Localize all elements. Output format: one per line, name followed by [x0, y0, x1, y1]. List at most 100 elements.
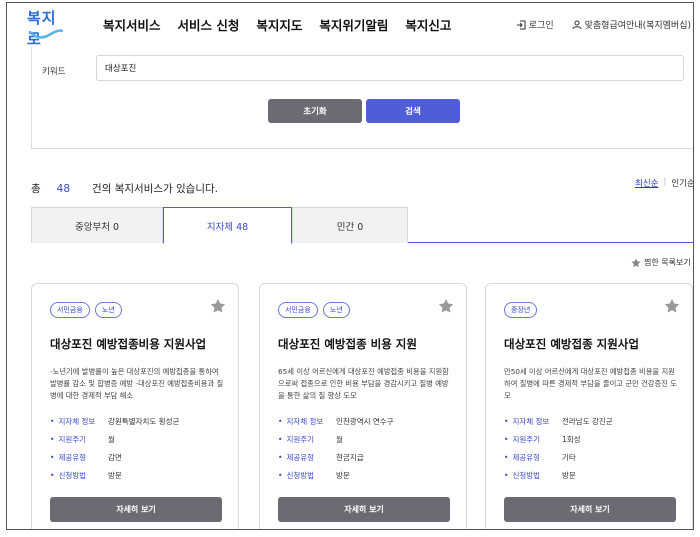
info-key: 신청방법 [504, 470, 562, 481]
favorite-star-icon[interactable] [664, 298, 680, 314]
favorites-label: 찜한 목록보기 [644, 258, 691, 267]
info-key: 지원주기 [504, 434, 562, 445]
info-value: 감면 [108, 452, 122, 462]
card-tag: 서민금융 [50, 302, 90, 318]
tab-central-ministry[interactable]: 중앙부처 0 [31, 207, 163, 243]
result-count-prefix: 총 [31, 183, 41, 195]
logo-text: 복지로 [27, 9, 57, 48]
nav-crisis-alert[interactable]: 복지위기알림 [319, 15, 388, 34]
info-value: 방문 [108, 470, 122, 480]
info-row: 지원주기1회성 [504, 430, 613, 448]
info-key: 신청방법 [278, 470, 336, 481]
membership-guide-link[interactable]: 맞춤형급여안내(복지멤버십) [572, 18, 691, 31]
info-row: 지원주기월 [50, 430, 179, 448]
card-info: 지자체 정보인천광역시 연수구 지원주기월 제공유형현금지급 신청방법방문 [278, 412, 394, 484]
login-link[interactable]: 로그인 [516, 18, 554, 31]
card-tag: 노년 [94, 302, 122, 318]
info-value: 월 [336, 434, 343, 444]
keyword-label: 키워드 [42, 67, 66, 77]
card-description: 만50세 이상 어르신에게 대상포진 예방접종 비용을 지원하여 질병에 따른 … [504, 367, 677, 400]
card-title[interactable]: 대상포진 예방접종 비용 지원 [278, 336, 417, 352]
card-tag: 중장년 [504, 302, 538, 318]
info-key: 지원주기 [50, 434, 108, 445]
info-key: 신청방법 [50, 470, 108, 481]
main-nav: 복지서비스 서비스 신청 복지지도 복지위기알림 복지신고 [103, 15, 451, 34]
card-tags: 서민금융 노년 [50, 302, 122, 318]
service-card: 서민금융 노년 대상포진 예방접종비용 지원사업 -노년기에 발병률이 높은 대… [31, 283, 239, 529]
info-key: 제공유형 [278, 452, 336, 463]
service-card: 중장년 대상포진 예방접종 지원사업 만50세 이상 어르신에게 대상포진 예방… [485, 283, 693, 529]
tab-local-government[interactable]: 지자체 48 [163, 207, 292, 244]
info-key: 지자체 정보 [504, 416, 562, 427]
info-row: 지원주기월 [278, 430, 394, 448]
info-row: 지자체 정보인천광역시 연수구 [278, 412, 394, 430]
star-icon [631, 258, 641, 267]
info-key: 지자체 정보 [278, 416, 336, 427]
membership-guide-label: 맞춤형급여안내(복지멤버십) [584, 21, 691, 31]
result-count-number: 48 [56, 183, 71, 195]
logo-wave-icon [29, 29, 63, 39]
info-row: 제공유형현금지급 [278, 448, 394, 466]
info-value: 월 [108, 434, 115, 444]
info-row: 제공유형감면 [50, 448, 179, 466]
login-label: 로그인 [528, 21, 554, 31]
info-value: 현금지급 [336, 452, 364, 462]
search-button[interactable]: 검색 [366, 99, 460, 123]
sort-popular[interactable]: 인기순 [671, 177, 693, 189]
login-icon [516, 20, 526, 29]
keyword-input[interactable] [96, 55, 684, 81]
category-tabs: 중앙부처 0 지자체 48 민간 0 [31, 207, 693, 244]
card-title[interactable]: 대상포진 예방접종비용 지원사업 [50, 336, 206, 352]
info-row: 신청방법방문 [504, 466, 613, 484]
info-row: 신청방법방문 [278, 466, 394, 484]
info-row: 제공유형기타 [504, 448, 613, 466]
favorite-star-icon[interactable] [210, 298, 226, 314]
info-key: 지원주기 [278, 434, 336, 445]
logo[interactable]: 복지로 [27, 7, 67, 48]
reset-button[interactable]: 초기화 [268, 99, 362, 123]
tab-private[interactable]: 민간 0 [292, 207, 408, 243]
card-info: 지자체 정보전라남도 강진군 지원주기1회성 제공유형기타 신청방법방문 [504, 412, 613, 484]
info-value: 1회성 [562, 434, 581, 444]
info-value: 방문 [336, 470, 350, 480]
card-tags: 중장년 [504, 302, 538, 318]
detail-button[interactable]: 자세히 보기 [278, 497, 450, 522]
card-description: 65세 이상 어르신에게 대상포진 예방접종 비용을 지원함으로써 접종으로 인… [278, 367, 449, 400]
sort-divider: | [663, 177, 667, 187]
info-key: 지자체 정보 [50, 416, 108, 427]
nav-welfare-services[interactable]: 복지서비스 [103, 15, 161, 34]
header: 복지로 복지서비스 서비스 신청 복지지도 복지위기알림 복지신고 로그인 맞춤… [7, 3, 693, 48]
info-value: 강원특별자치도 횡성군 [108, 416, 180, 426]
result-count-suffix: 건의 복지서비스가 있습니다. [92, 183, 218, 195]
result-count: 총 48 건의 복지서비스가 있습니다. [31, 181, 218, 196]
card-info: 지자체 정보강원특별자치도 횡성군 지원주기월 제공유형감면 신청방법방문 [50, 412, 179, 484]
info-row: 신청방법방문 [50, 466, 179, 484]
sort-options: 최신순 | 인기순 [635, 177, 693, 189]
service-card: 서민금융 노년 대상포진 예방접종 비용 지원 65세 이상 어르신에게 대상포… [259, 283, 467, 529]
info-row: 지자체 정보강원특별자치도 횡성군 [50, 412, 179, 430]
info-key: 제공유형 [504, 452, 562, 463]
detail-button[interactable]: 자세히 보기 [50, 497, 222, 522]
nav-welfare-map[interactable]: 복지지도 [256, 15, 302, 34]
nav-service-apply[interactable]: 서비스 신청 [178, 15, 240, 34]
info-value: 방문 [562, 470, 576, 480]
favorites-link[interactable]: 찜한 목록보기 [631, 257, 691, 268]
card-tags: 서민금융 노년 [278, 302, 350, 318]
info-key: 제공유형 [50, 452, 108, 463]
utility-menu: 로그인 맞춤형급여안내(복지멤버십) [516, 18, 691, 31]
page-frame: 복지로 복지서비스 서비스 신청 복지지도 복지위기알림 복지신고 로그인 맞춤… [6, 2, 694, 530]
info-value: 전라남도 강진군 [562, 416, 613, 426]
card-description: -노년기에 발병률이 높은 대상포진의 예방접종을 통하여 발병률 감소 및 합… [50, 367, 224, 400]
favorite-star-icon[interactable] [438, 298, 454, 314]
nav-welfare-report[interactable]: 복지신고 [405, 15, 451, 34]
user-icon [572, 20, 582, 29]
info-row: 지자체 정보전라남도 강진군 [504, 412, 613, 430]
info-value: 인천광역시 연수구 [336, 416, 394, 426]
card-title[interactable]: 대상포진 예방접종 지원사업 [504, 336, 639, 352]
card-tag: 서민금융 [278, 302, 318, 318]
search-panel: 키워드 초기화 검색 [31, 47, 693, 149]
detail-button[interactable]: 자세히 보기 [504, 497, 676, 522]
info-value: 기타 [562, 452, 576, 462]
card-tag: 노년 [322, 302, 350, 318]
sort-latest[interactable]: 최신순 [635, 177, 658, 189]
